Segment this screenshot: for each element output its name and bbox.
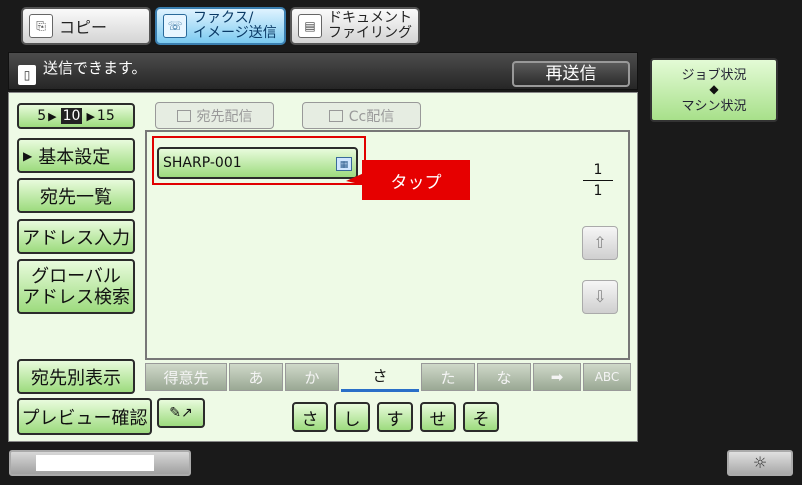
tab-filing-label-line1: ドキュメント <box>328 10 412 26</box>
show-by-destination-label: 宛先別表示 <box>31 367 121 389</box>
brightness-button[interactable]: ☼ <box>727 450 793 476</box>
arrow-up-icon: ⇧ <box>593 233 607 252</box>
envelope-icon <box>176 109 191 122</box>
scroll-up-button[interactable]: ⇧ <box>582 226 618 260</box>
arrow-down-icon: ⇩ <box>593 287 607 306</box>
page-count: 1 1 <box>583 162 613 199</box>
basic-settings-button[interactable]: ▶ 基本設定 <box>17 138 135 173</box>
char-button-se[interactable]: せ <box>420 402 456 432</box>
tab-copy[interactable]: ⎘ コピー <box>21 7 151 45</box>
basic-settings-label: 基本設定 <box>38 146 111 168</box>
preview-confirm-button[interactable]: プレビュー確認 <box>17 398 152 435</box>
index-tab-abc[interactable]: ABC <box>583 363 631 391</box>
cc-label: Cc配信 <box>348 108 395 125</box>
char-button-shi[interactable]: し <box>334 402 370 432</box>
tab-fax-image-send[interactable]: ☏ ファクス/ イメージ送信 <box>155 7 286 45</box>
status-bar: ▯ 送信できます。 再送信 <box>8 52 638 90</box>
broadcast-label: 宛先配信 <box>196 108 253 125</box>
broadcast-button[interactable]: 宛先配信 <box>155 102 274 129</box>
address-entry-button[interactable]: アドレス入力 <box>17 219 135 254</box>
address-list-label: 宛先一覧 <box>40 186 112 208</box>
fax-icon: ☏ <box>163 14 187 38</box>
brightness-icon: ☼ <box>752 453 768 472</box>
preview-confirm-label: プレビュー確認 <box>21 407 148 429</box>
edit-address-icon: ✎↗ <box>169 405 193 421</box>
copy-icon: ⎘ <box>29 14 53 38</box>
edit-destination-button[interactable]: ✎↗ <box>157 398 205 428</box>
tab-fax-label-line1: ファクス/ <box>193 10 254 26</box>
index-tab-next[interactable]: ➡ <box>533 363 581 391</box>
tab-copy-label: コピー <box>59 18 108 37</box>
tap-callout: タップ <box>362 160 470 200</box>
page-total: 1 <box>593 183 603 199</box>
machine-status-label: マシン状況 <box>681 99 747 114</box>
filing-icon: ▤ <box>298 14 322 38</box>
job-status-button[interactable]: ジョブ状況 ◆ マシン状況 <box>650 58 778 122</box>
index-tab-sa[interactable]: さ <box>341 362 419 392</box>
address-book-icon: ▦ <box>336 157 352 171</box>
show-by-destination-button[interactable]: 宛先別表示 <box>17 359 135 394</box>
tab-fax-label-line2: イメージ送信 <box>193 25 277 41</box>
char-button-su[interactable]: す <box>377 402 413 432</box>
index-tab-ta[interactable]: た <box>421 363 475 391</box>
tab-document-filing[interactable]: ▤ ドキュメント ファイリング <box>290 7 420 45</box>
job-status-label: ジョブ状況 <box>681 68 747 83</box>
pager-current: 10 <box>60 108 83 124</box>
cc-envelope-icon <box>328 109 343 122</box>
index-tab-ka[interactable]: か <box>285 363 339 391</box>
global-search-line1: グローバル <box>31 265 121 287</box>
page-current: 1 <box>593 162 603 178</box>
index-tab-customer[interactable]: 得意先 <box>145 363 227 391</box>
chevron-right-icon: ▶ <box>23 148 33 163</box>
global-search-line2: アドレス検索 <box>22 286 130 308</box>
destination-name: SHARP-001 <box>163 155 242 171</box>
pager-arrow-icon: ▶ <box>86 109 95 123</box>
arrow-right-icon: ➡ <box>550 368 564 386</box>
tap-callout-text: タップ <box>390 172 442 193</box>
status-message: 送信できます。 <box>43 59 147 77</box>
document-icon: ▯ <box>18 65 36 85</box>
address-entry-label: アドレス入力 <box>22 227 130 249</box>
display-count-pager[interactable]: 5 ▶ 10 ▶ 15 <box>17 103 135 129</box>
resend-button[interactable]: 再送信 <box>512 61 630 87</box>
char-button-so[interactable]: そ <box>463 402 499 432</box>
char-button-sa[interactable]: さ <box>292 402 328 432</box>
destination-entry[interactable]: SHARP-001 <box>157 147 358 179</box>
address-list-button[interactable]: 宛先一覧 <box>17 178 135 213</box>
toggle-arrows-icon: ◆ <box>709 82 719 96</box>
index-tab-a[interactable]: あ <box>229 363 283 391</box>
status-field <box>36 455 154 471</box>
scroll-down-button[interactable]: ⇩ <box>582 280 618 314</box>
tab-filing-label-line2: ファイリング <box>328 25 412 41</box>
global-address-search-button[interactable]: グローバル アドレス検索 <box>17 259 135 314</box>
pager-prev: 5 <box>37 108 47 124</box>
pager-arrow-icon: ▶ <box>48 109 57 123</box>
pager-next: 15 <box>96 108 115 124</box>
index-tab-na[interactable]: な <box>477 363 531 391</box>
cc-button[interactable]: Cc配信 <box>302 102 421 129</box>
